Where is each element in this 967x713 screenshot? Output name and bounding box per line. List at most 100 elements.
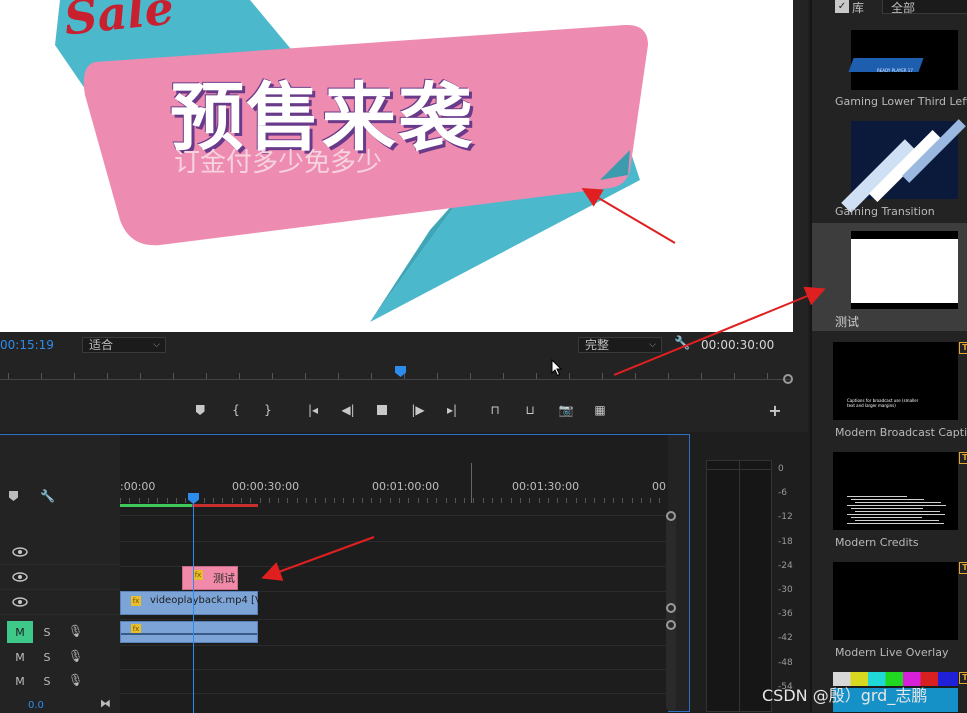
zoom-fit-icon[interactable]: ⧓ [100,697,111,710]
timeline-marker-icon[interactable] [9,491,18,501]
meter-scale-label: -42 [778,633,793,644]
ruler-tick [473,498,474,503]
credits-line [851,508,923,509]
library-label: 库 [852,1,865,15]
export-frame-button[interactable]: 📷 [555,401,577,419]
go-to-out-icon: ▸| [446,403,458,417]
mute-button[interactable]: M [7,621,33,643]
work-area-bar[interactable] [120,504,192,507]
template-item[interactable]: T Modern Credits [812,450,967,554]
ruler-end-handle[interactable] [783,374,793,384]
scroll-handle-audio[interactable] [666,620,676,630]
meter-scale-label: -24 [778,560,793,571]
microphone-icon[interactable]: 🎙 [68,673,83,687]
ruler-tick [107,373,108,379]
mark-out-button[interactable]: } [257,401,279,419]
ruler-tick [501,498,502,503]
ruler-tick [287,498,288,503]
credits-line [847,523,944,524]
library-checkbox[interactable]: ✓ [835,0,849,13]
ruler-tick [206,373,207,379]
credits-line [847,496,907,497]
credits-line [855,502,941,503]
mute-button[interactable]: M [7,670,33,692]
ruler-tick [185,498,186,503]
ruler-tick [464,498,465,503]
duration-timecode: 00:00:30:00 [701,338,775,352]
scroll-handle-top[interactable] [666,511,676,521]
go-to-in-button[interactable]: |◂ [302,401,324,419]
template-name: 测试 [835,315,860,329]
add-marker-button[interactable] [189,401,211,419]
timeline-settings-wrench-icon[interactable]: 🔧 [40,489,55,503]
ruler-tick [173,373,174,379]
audio-track-header-a3: M S 🎙 [0,669,120,693]
microphone-icon[interactable]: 🎙 [68,649,83,663]
ruler-tick [157,498,158,503]
ruler-tick [371,373,372,379]
current-timecode[interactable]: 00:15:19 [0,338,54,352]
audio-clip[interactable]: fx [120,621,258,643]
thumb-text: READY PLAYER 17 [877,68,913,73]
program-preview[interactable]: Sale 预售来袭 订金付多少免多少 [0,0,793,332]
step-back-button[interactable]: ◀| [337,401,359,419]
ruler-tick [232,498,233,503]
meter-scale-label: -30 [778,585,793,595]
ruler-tick [635,373,636,379]
scroll-handle-mid[interactable] [666,603,676,613]
quality-dropdown[interactable]: 完整 ⌵ [578,337,662,353]
audio-track-header-a1: M S 🎙 [0,619,120,645]
graphic-clip[interactable]: fx 测试 [182,566,238,590]
ruler-tick [585,498,586,503]
mark-in-button[interactable]: { [225,401,247,419]
lift-button[interactable]: ⊓ [484,401,506,419]
extract-button[interactable]: ⊔ [519,401,541,419]
plus-icon: + [768,400,782,420]
template-item[interactable]: Captions for broadcast use (smaller text… [812,340,967,444]
template-item-selected[interactable]: 测试 [812,223,967,331]
eye-icon[interactable] [12,572,28,582]
button-editor-button[interactable]: + [764,400,786,420]
microphone-icon[interactable]: 🎙 [68,624,83,638]
eye-icon[interactable] [12,547,28,557]
essential-graphics-panel: ✓ 库 全部 READY PLAYER 17 Gaming Lower Thir… [810,0,967,712]
mute-button[interactable]: M [7,646,33,668]
wrench-icon[interactable]: 🔧 [674,336,690,351]
zoom-value[interactable]: 0.0 [28,700,44,711]
ruler-tick [734,373,735,379]
ruler-tick [594,498,595,503]
track-area[interactable]: :00:00 00:00:30:00 00:01:00:00 00:01:30:… [120,435,676,713]
template-item[interactable]: T Modern Live Overlay [812,560,967,664]
monitor-time-ruler[interactable] [0,360,793,384]
step-forward-button[interactable]: |▶ [407,401,429,419]
template-item[interactable]: Gaming Transition [812,118,967,222]
track-headers: 🔧 M S 🎙 M S 🎙 M S 🎙 0.0 ⧓ [0,435,120,713]
quality-value: 完整 [585,338,610,352]
ruler-tick [539,498,540,503]
filter-value: 全部 [891,1,916,15]
meter-scale-label: -48 [778,657,793,668]
ruler-tick [566,498,567,503]
checkmark-icon: ✓ [837,1,847,12]
ruler-tick [139,498,140,503]
video-clip[interactable]: fx videoplayback.mp4 [V] [120,591,266,615]
stop-button[interactable] [371,401,393,419]
ruler-tick [511,498,512,503]
ruler-tick [239,373,240,379]
program-monitor: Sale 预售来袭 订金付多少免多少 00:15:19 适合 ⌵ 完整 ⌵ 🔧 … [0,0,808,432]
eye-icon[interactable] [12,597,28,607]
solo-button[interactable]: S [34,646,60,668]
filter-dropdown[interactable]: 全部 [882,0,967,15]
solo-button[interactable]: S [34,670,60,692]
go-to-out-button[interactable]: ▸| [441,401,463,419]
comparison-view-button[interactable]: ▦ [589,401,611,419]
template-thumbnail [841,119,966,213]
ruler-tick [399,498,400,503]
fit-dropdown[interactable]: 适合 ⌵ [82,337,166,353]
timeline-playhead-line [193,503,194,713]
solo-button[interactable]: S [34,621,60,643]
ruler-tick [41,373,42,379]
ruler-tick [641,498,642,503]
template-item[interactable]: READY PLAYER 17 Gaming Lower Third Left [812,28,967,112]
ruler-tick [334,498,335,503]
